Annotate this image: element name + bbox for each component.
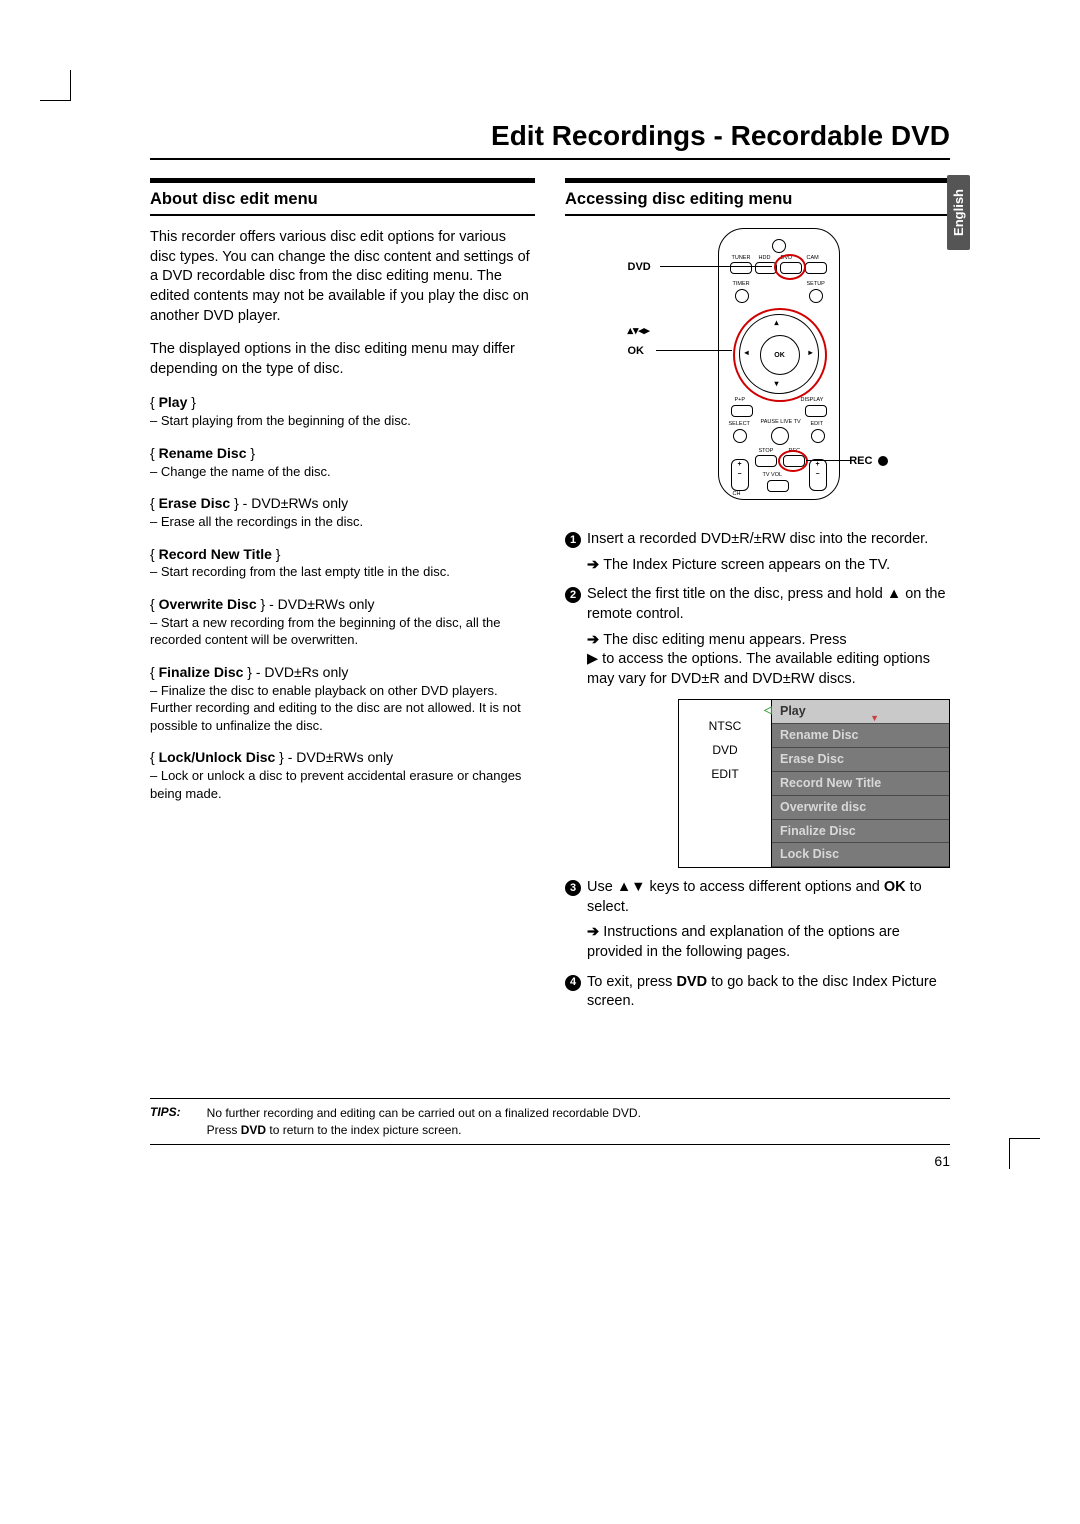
crop-mark-br	[1009, 1138, 1040, 1169]
opt-overwrite-title: { Overwrite Disc } - DVD±RWs only	[150, 595, 535, 614]
step-3-badge: 3	[565, 880, 581, 896]
about-intro-2: The displayed options in the disc editin…	[150, 340, 535, 379]
highlight-dpad	[733, 308, 827, 402]
menu-item-play: ◁ Play ▼	[772, 700, 949, 724]
about-intro-1: This recorder offers various disc edit o…	[150, 228, 535, 326]
opt-lock-desc: – Lock or unlock a disc to prevent accid…	[150, 767, 535, 802]
step-1-text: Insert a recorded DVD±R/±RW disc into th…	[587, 530, 950, 550]
step-4: 4 To exit, press DVD to go back to the d…	[565, 973, 950, 1012]
step-4-text: To exit, press DVD to go back to the dis…	[587, 973, 950, 1012]
about-heading: About disc edit menu	[150, 178, 535, 216]
opt-record-desc: – Start recording from the last empty ti…	[150, 563, 535, 581]
highlight-dvd-button	[774, 254, 806, 280]
tips-body: No further recording and editing can be …	[207, 1105, 641, 1139]
menu-item-finalize: Finalize Disc	[772, 820, 949, 844]
page-number: 61	[150, 1153, 950, 1169]
crop-mark-tl	[40, 70, 71, 101]
step-1: 1 Insert a recorded DVD±R/±RW disc into …	[565, 530, 950, 550]
opt-play-desc: – Start playing from the beginning of th…	[150, 412, 535, 430]
step-2-result: The disc editing menu appears. Press ▶ t…	[565, 631, 950, 690]
tips-label: TIPS:	[150, 1105, 181, 1139]
left-column: About disc edit menu This recorder offer…	[150, 178, 535, 1018]
opt-erase-desc: – Erase all the recordings in the disc.	[150, 513, 535, 531]
menu-item-rename: Rename Disc	[772, 724, 949, 748]
opt-play-title: { Play }	[150, 393, 535, 412]
callout-arrows: ▴▾◂▸	[628, 324, 650, 339]
step-2-badge: 2	[565, 587, 581, 603]
step-1-result: The Index Picture screen appears on the …	[565, 556, 950, 576]
remote-diagram: TUNER HDD DVD CAM TIMER SETUP P+P DISPLA…	[628, 228, 888, 518]
right-column: Accessing disc editing menu TUNER HDD DV…	[565, 178, 950, 1018]
language-tab: English	[947, 175, 970, 250]
step-2: 2 Select the first title on the disc, pr…	[565, 585, 950, 624]
callout-rec: REC	[849, 454, 887, 469]
opt-record-title: { Record New Title }	[150, 545, 535, 564]
menu-item-erase: Erase Disc	[772, 748, 949, 772]
step-3-text: Use ▲▼ keys to access different options …	[587, 878, 950, 917]
callout-dvd: DVD	[628, 260, 651, 275]
menu-right-panel: ◁ Play ▼ Rename Disc Erase Disc Record N…	[772, 700, 949, 867]
menu-left-panel: NTSC DVD EDIT	[679, 700, 772, 867]
opt-lock-title: { Lock/Unlock Disc } - DVD±RWs only	[150, 748, 535, 767]
tips-footer: TIPS: No further recording and editing c…	[150, 1098, 950, 1146]
accessing-heading: Accessing disc editing menu	[565, 178, 950, 216]
opt-finalize-desc: – Finalize the disc to enable playback o…	[150, 682, 535, 735]
highlight-rec-button	[778, 450, 808, 472]
onscreen-menu-figure: NTSC DVD EDIT ◁ Play ▼ Rename Disc Erase…	[678, 699, 950, 868]
callout-ok: OK	[628, 344, 645, 359]
opt-finalize-title: { Finalize Disc } - DVD±Rs only	[150, 663, 535, 682]
menu-item-lock: Lock Disc	[772, 843, 949, 867]
step-4-badge: 4	[565, 975, 581, 991]
step-3: 3 Use ▲▼ keys to access different option…	[565, 878, 950, 917]
page-title: Edit Recordings - Recordable DVD	[150, 120, 950, 160]
step-2-text: Select the first title on the disc, pres…	[587, 585, 950, 624]
opt-rename-desc: – Change the name of the disc.	[150, 463, 535, 481]
opt-overwrite-desc: – Start a new recording from the beginni…	[150, 614, 535, 649]
opt-erase-title: { Erase Disc } - DVD±RWs only	[150, 494, 535, 513]
step-3-result: Instructions and explanation of the opti…	[565, 923, 950, 962]
opt-rename-title: { Rename Disc }	[150, 444, 535, 463]
menu-item-overwrite: Overwrite disc	[772, 796, 949, 820]
menu-item-record-new: Record New Title	[772, 772, 949, 796]
step-1-badge: 1	[565, 532, 581, 548]
